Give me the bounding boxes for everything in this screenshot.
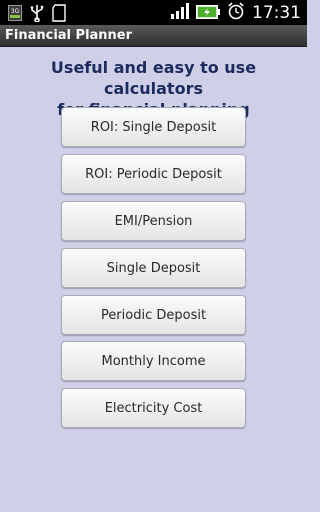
monthly-income-button[interactable]: Monthly Income	[61, 341, 246, 381]
electricity-cost-button[interactable]: Electricity Cost	[61, 388, 246, 428]
network-3g-icon: 3G	[8, 5, 22, 25]
roi-periodic-deposit-button[interactable]: ROI: Periodic Deposit	[61, 154, 246, 194]
single-deposit-button[interactable]: Single Deposit	[61, 248, 246, 288]
status-time: 17:31	[252, 2, 301, 23]
alarm-clock-icon	[227, 2, 245, 24]
sd-card-icon	[52, 4, 66, 26]
status-bar: 3G 17:31	[0, 0, 307, 25]
emi-pension-button[interactable]: EMI/Pension	[61, 201, 246, 241]
status-notifications: 3G	[8, 4, 66, 26]
roi-single-deposit-button[interactable]: ROI: Single Deposit	[61, 107, 246, 147]
headline-line-1: Useful and easy to use calculators	[50, 58, 257, 98]
app-title: Financial Planner	[5, 28, 133, 43]
status-system: 17:31	[171, 2, 301, 24]
main-content: Useful and easy to use calculators for f…	[0, 47, 307, 512]
app-title-bar: Financial Planner	[0, 25, 307, 47]
battery-charging-icon	[196, 4, 220, 23]
periodic-deposit-button[interactable]: Periodic Deposit	[61, 295, 246, 335]
network-label: 3G	[11, 8, 20, 15]
signal-strength-icon	[171, 3, 189, 23]
usb-icon	[30, 4, 44, 26]
